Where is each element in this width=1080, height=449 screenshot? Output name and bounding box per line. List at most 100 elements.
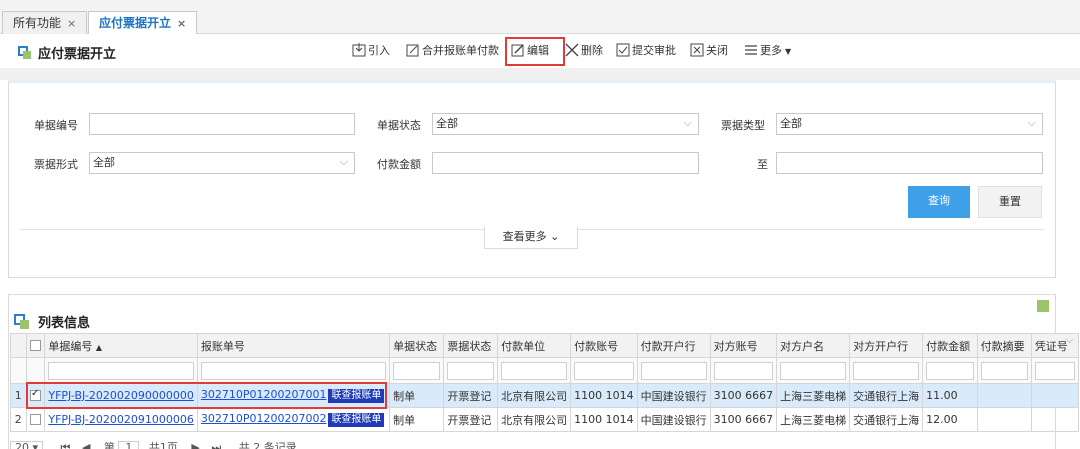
doc-status-select[interactable]: 全部 <box>432 113 699 135</box>
doc-no-label: 单据编号 <box>34 119 78 132</box>
memo-cell <box>976 407 1032 432</box>
filter-cell <box>10 357 27 384</box>
filter-input[interactable] <box>200 361 387 380</box>
merge-pay-button[interactable]: 合并报账单付款 <box>406 42 499 60</box>
pay-acct-cell: 1100 1014 <box>570 407 638 432</box>
list-title: 列表信息 <box>14 312 90 331</box>
next-page-icon[interactable]: ▶ <box>191 441 199 449</box>
pay-bank-cell: 中国建设银行 <box>636 383 711 408</box>
row-checkbox-cell[interactable] <box>25 407 46 432</box>
filter-input[interactable] <box>780 361 847 380</box>
view-more-button[interactable]: 查看更多 ⌄ <box>484 227 578 249</box>
close-icon[interactable]: × <box>177 17 186 30</box>
bill-status-cell: 开票登记 <box>443 383 499 408</box>
first-page-icon[interactable]: ⏮ <box>61 441 71 449</box>
header-doc-no[interactable]: 单据编号 ▲ <box>44 333 198 358</box>
filter-cell <box>25 357 46 384</box>
header-pay-acct[interactable]: 付款账号 <box>570 333 638 358</box>
close-icon[interactable]: × <box>67 17 76 30</box>
header-select-all[interactable] <box>25 333 46 358</box>
edit-highlight-box <box>505 37 565 66</box>
doc-status-value: 全部 <box>436 117 458 130</box>
header-pay-unit[interactable]: 付款单位 <box>497 333 572 358</box>
tab-payable-bill-issue[interactable]: 应付票据开立 × <box>88 11 198 35</box>
header-amount[interactable]: 付款金额 <box>922 333 978 358</box>
filter-input[interactable] <box>640 361 707 380</box>
filter-input[interactable] <box>48 361 194 380</box>
delete-button[interactable]: 删除 <box>565 42 603 60</box>
doc-no-input[interactable] <box>89 113 355 135</box>
close-button[interactable]: 关闭 <box>690 42 728 60</box>
pay-bank-cell: 中国建设银行 <box>636 407 711 432</box>
import-button[interactable]: 引入 <box>352 42 390 60</box>
last-page-icon[interactable]: ⏭ <box>211 441 221 449</box>
doc-status-cell: 制单 <box>389 407 445 432</box>
header-memo[interactable]: 付款摘要 <box>976 333 1032 358</box>
page-total: 共1页 <box>148 441 178 449</box>
import-icon <box>352 43 366 57</box>
page-number-input[interactable]: 1 <box>118 441 140 449</box>
submit-approval-button[interactable]: 提交审批 <box>616 42 676 60</box>
voucher-cell <box>1030 383 1080 408</box>
bill-type-select[interactable]: 全部 <box>776 113 1043 135</box>
more-label: 更多 <box>760 44 782 57</box>
more-menu-button[interactable]: 更多 ▼ <box>744 42 791 60</box>
peer-name-cell: 上海三菱电梯 <box>776 383 851 408</box>
separator <box>0 68 1080 80</box>
collapse-icon[interactable] <box>1037 300 1049 312</box>
filter-input[interactable] <box>393 361 441 380</box>
edit-doc-icon <box>406 44 419 57</box>
bill-form-select[interactable]: 全部 <box>89 152 355 174</box>
header-doc-status[interactable]: 单据状态 <box>389 333 445 358</box>
query-button[interactable]: 查询 <box>908 186 970 218</box>
amount-to-input[interactable] <box>776 152 1043 174</box>
filter-cell <box>497 357 572 384</box>
submit-approval-label: 提交审批 <box>632 44 676 57</box>
checkbox[interactable] <box>29 414 41 425</box>
filter-input[interactable] <box>574 361 634 380</box>
checkbox[interactable] <box>29 340 41 351</box>
close-label: 关闭 <box>706 44 728 57</box>
filter-input[interactable] <box>926 361 974 380</box>
filter-input[interactable] <box>980 361 1028 380</box>
report-no-link[interactable]: 302710P01200207002 <box>201 412 327 425</box>
filter-input[interactable] <box>853 361 920 380</box>
header-pay-bank[interactable]: 付款开户行 <box>636 333 711 358</box>
row-index: 1 <box>10 383 27 408</box>
doc-status-cell: 制单 <box>389 383 445 408</box>
reset-button[interactable]: 重置 <box>978 186 1042 218</box>
record-count: 共 2 条记录 <box>238 441 297 449</box>
prev-page-icon[interactable]: ◀ <box>82 441 90 449</box>
doc-no-cell[interactable]: YFPJ-BJ-202002091000006 <box>44 407 198 432</box>
memo-cell <box>976 383 1032 408</box>
filter-cell <box>196 357 391 384</box>
to-label: 至 <box>757 158 768 171</box>
filter-input[interactable] <box>501 361 568 380</box>
filter-input[interactable] <box>447 361 495 380</box>
header-peer-acct[interactable]: 对方账号 <box>709 333 778 358</box>
peer-bank-cell: 交通银行上海 <box>849 407 924 432</box>
page-title-text: 应付票据开立 <box>38 47 117 62</box>
header-row: 单据编号 ▲ 报账单号 单据状态 票据状态 付款单位 付款账号 付款开户行 对方… <box>10 333 1080 358</box>
page-size-select[interactable]: 20 ▾ <box>10 441 44 449</box>
chevron-down-icon: ⌄ <box>550 230 560 243</box>
filter-input[interactable] <box>713 361 774 380</box>
header-report-no[interactable]: 报账单号 <box>196 333 391 358</box>
merge-pay-label: 合并报账单付款 <box>422 44 499 57</box>
filter-input[interactable] <box>1034 361 1075 380</box>
doc-no-link[interactable]: YFPJ-BJ-202002091000006 <box>48 413 193 426</box>
filter-cell <box>443 357 499 384</box>
header-peer-bank[interactable]: 对方开户行 <box>849 333 924 358</box>
header-peer-name[interactable]: 对方户名 <box>776 333 851 358</box>
toolbar: 应付票据开立 引入 合并报账单付款 编辑 删除 提交审批 关闭 更多 ▼ <box>0 34 1080 68</box>
peer-bank-cell: 交通银行上海 <box>849 383 924 408</box>
amount-from-input[interactable] <box>432 152 699 174</box>
filter-cell <box>849 357 924 384</box>
header-bill-status[interactable]: 票据状态 <box>443 333 499 358</box>
view-report-badge[interactable]: 联查报账单 <box>328 413 385 427</box>
tab-all-functions[interactable]: 所有功能 × <box>2 11 88 34</box>
pay-unit-cell: 北京有限公司 <box>497 383 572 408</box>
table-row[interactable]: 2 YFPJ-BJ-202002091000006 302710P0120020… <box>10 407 1080 432</box>
bill-type-value: 全部 <box>780 117 802 130</box>
header-index <box>10 333 27 358</box>
